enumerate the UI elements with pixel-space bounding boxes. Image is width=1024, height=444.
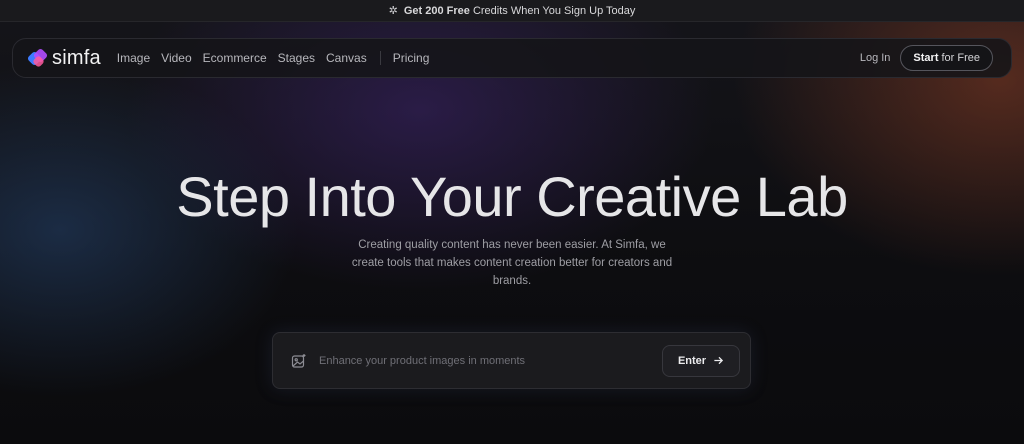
start-label-rest: for Free bbox=[941, 52, 980, 64]
enter-button[interactable]: Enter bbox=[662, 344, 740, 377]
enter-label: Enter bbox=[677, 354, 707, 367]
logo-text: simfa bbox=[52, 46, 101, 69]
nav-item-canvas[interactable]: Canvas bbox=[326, 51, 367, 65]
promo-suffix: Credits When You Sign Up Today bbox=[472, 4, 636, 17]
arrow-right-icon bbox=[714, 356, 724, 365]
promo-credits: 200 Free bbox=[425, 4, 470, 17]
nav-actions: Log In Start for Free bbox=[860, 45, 993, 71]
promo-banner[interactable]: ✲ Get 200 Free Credits When You Sign Up … bbox=[0, 0, 1024, 22]
hero-title: Step Into Your Creative Lab bbox=[176, 165, 848, 228]
nav-item-ecommerce[interactable]: Ecommerce bbox=[203, 51, 267, 65]
nav-item-stages[interactable]: Stages bbox=[278, 51, 315, 65]
prompt-box: Enter bbox=[272, 332, 751, 389]
brand-logo[interactable]: simfa bbox=[26, 46, 101, 70]
nav-item-video[interactable]: Video bbox=[161, 51, 191, 65]
hero-subtitle: Creating quality content has never been … bbox=[351, 239, 673, 287]
nav-item-image[interactable]: Image bbox=[117, 51, 150, 65]
promo-text: Get 200 Free Credits When You Sign Up To… bbox=[404, 5, 636, 17]
start-for-free-button[interactable]: Start for Free bbox=[900, 45, 993, 71]
nav-item-pricing[interactable]: Pricing bbox=[393, 51, 430, 65]
top-navbar: simfa Image Video Ecommerce Stages Canva… bbox=[12, 38, 1012, 78]
sparkle-icon: ✲ bbox=[388, 5, 398, 17]
image-sparkle-icon[interactable] bbox=[291, 353, 307, 369]
nav-divider bbox=[379, 51, 381, 65]
login-link[interactable]: Log In bbox=[860, 52, 891, 64]
start-label-bold: Start bbox=[913, 52, 939, 64]
promo-prefix: Get bbox=[403, 4, 423, 17]
prompt-input[interactable] bbox=[319, 354, 639, 367]
simfa-logo-icon bbox=[26, 47, 49, 68]
nav-menu: Image Video Ecommerce Stages Canvas Pric… bbox=[117, 51, 441, 65]
